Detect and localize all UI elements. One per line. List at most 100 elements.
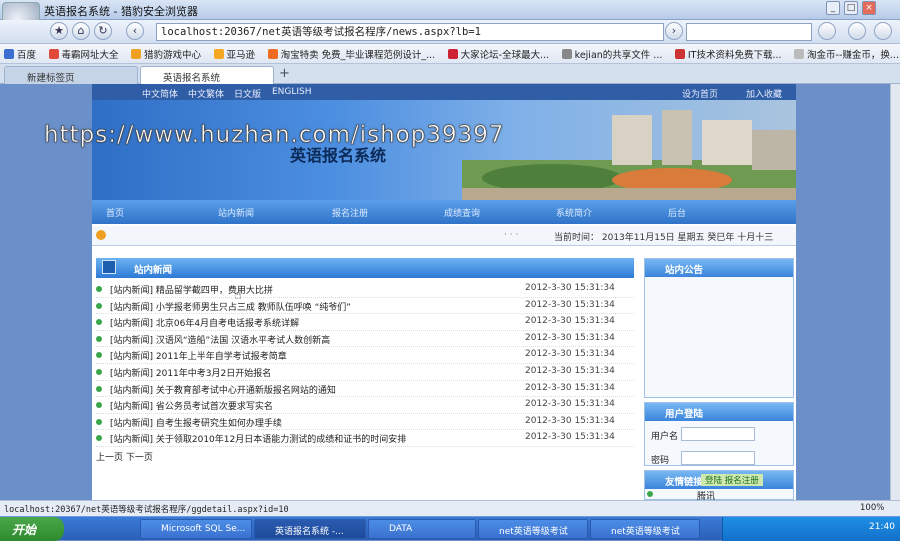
bookmark-item[interactable]: 百度 <box>4 47 36 61</box>
news-row[interactable]: [站内新闻] 省公务员考试首次要求写实名 2012-3-30 15:31:34 <box>96 397 634 414</box>
news-link[interactable]: [站内新闻] 2011年中考3月2日开始报名 <box>110 366 271 379</box>
vertical-scrollbar[interactable] <box>890 84 900 500</box>
news-link[interactable]: [站内新闻] 关于领取2010年12月日本语能力测试的成绩和证书的时间安排 <box>110 432 406 445</box>
city-photo <box>462 110 796 200</box>
pager[interactable]: 上一页 下一页 <box>96 450 153 463</box>
bullet-icon <box>96 302 102 309</box>
tab-new[interactable]: 新建标签页 <box>4 66 138 84</box>
username-field[interactable] <box>681 427 755 441</box>
address-bar[interactable]: localhost:20367/net英语等级考试报名程序/news.aspx?… <box>156 23 664 41</box>
news-link[interactable]: [站内新闻] 自考生报考研究生如何办理手续 <box>110 416 282 429</box>
site-banner: 英语报名系统 <box>92 100 796 200</box>
password-label: 密码 <box>651 456 670 466</box>
menu-item-home[interactable]: 首页 <box>106 206 124 219</box>
refresh-icon[interactable]: ↻ <box>94 22 112 40</box>
tab-active[interactable]: 英语报名系统 <box>140 66 274 84</box>
lang-link[interactable]: 日文版 <box>234 87 261 100</box>
browser-navbar: ★ ⌂ ↻ ‹ localhost:20367/net英语等级考试报名程序/ne… <box>0 20 900 44</box>
taskbar-item[interactable]: DATA <box>368 519 476 539</box>
minimize-button[interactable]: _ <box>826 1 840 15</box>
lang-link[interactable]: 中文繁体 <box>188 87 224 100</box>
news-row[interactable]: [站内新闻] 2011年中考3月2日开始报名 2012-3-30 15:31:34 <box>96 364 634 381</box>
news-row[interactable]: [站内新闻] 关于领取2010年12月日本语能力测试的成绩和证书的时间安排 201… <box>96 430 634 447</box>
taskbar-item[interactable]: 英语报名系统 -... <box>254 519 366 539</box>
news-row[interactable]: [站内新闻] 小学报老师男生只占三成 教师队伍呼唤 “纯爷们” 2012-3-30… <box>96 298 634 315</box>
info-ellipsis: · · · <box>504 230 519 240</box>
search-input[interactable] <box>686 23 812 41</box>
menu-item-admin[interactable]: 后台 <box>668 206 686 219</box>
back-button[interactable]: ‹ <box>126 22 144 40</box>
news-link[interactable]: [站内新闻] 北京06年4月自考电话报考系统详解 <box>110 316 299 329</box>
forward-button[interactable]: › <box>665 22 683 40</box>
username-label: 用户名 <box>651 432 679 442</box>
bullet-icon <box>96 352 102 359</box>
news-link[interactable]: [站内新闻] 2011年上半年自学考试报考简章 <box>110 349 287 362</box>
news-link[interactable]: [站内新闻] 省公务员考试首次要求写实名 <box>110 399 273 412</box>
menu-item-register[interactable]: 报名注册 <box>332 206 368 219</box>
bookmark-label: 淘宝特卖 免费_毕业课程范例设计_... <box>280 50 436 61</box>
news-row[interactable]: [站内新闻] 汉语风“造船”法国 汉语水平考试人数创新高 2012-3-30 15… <box>96 331 634 348</box>
bookmark-item[interactable]: IT技术资料免费下载... <box>674 47 782 61</box>
news-row[interactable]: [站内新闻] 关于教育部考试中心开通新版报名网站的通知 2012-3-30 15:… <box>96 381 634 398</box>
menu-item-about[interactable]: 系统简介 <box>556 206 592 219</box>
bookmark-item[interactable]: 亚马逊 <box>213 47 255 61</box>
friend-link[interactable]: 腾讯 <box>697 489 715 500</box>
bookmark-item[interactable]: 毒霸网址大全 <box>48 47 119 61</box>
bookmark-item[interactable]: 淘金币--赚金币，换... <box>794 47 899 61</box>
watermark-text: https://www.huzhan.com/ishop39397 <box>44 122 505 149</box>
news-date: 2012-3-30 15:31:34 <box>525 382 615 393</box>
links-box: 友情链接 登陆 报名注册 腾讯 <box>644 470 794 500</box>
bookmark-item[interactable]: 猎豹游戏中心 <box>131 47 201 61</box>
close-button[interactable]: × <box>862 1 876 15</box>
tab-label: 英语报名系统 <box>163 73 221 84</box>
news-row[interactable]: [站内新闻] 2011年上半年自学考试报考简章 2012-3-30 15:31:3… <box>96 347 634 364</box>
news-link[interactable]: [站内新闻] 关于教育部考试中心开通新版报名网站的通知 <box>110 383 336 396</box>
current-date: 当前时间： 2013年11月15日 星期五 癸巳年 十月十三 <box>554 233 774 243</box>
zoom-level[interactable]: 100% <box>860 503 884 513</box>
news-row[interactable]: [站内新闻] 北京06年4月自考电话报考系统详解 2012-3-30 15:31:… <box>96 314 634 331</box>
start-button[interactable]: 开始 <box>0 517 64 541</box>
bullet-icon <box>96 335 102 342</box>
menu-icon[interactable] <box>874 22 892 40</box>
bullet-icon <box>96 402 102 409</box>
news-row[interactable]: [站内新闻] 自考生报考研究生如何办理手续 2012-3-30 15:31:34 <box>96 414 634 431</box>
home-icon[interactable]: ⌂ <box>72 22 90 40</box>
favorites-star-icon[interactable]: ★ <box>50 22 68 40</box>
news-link[interactable]: [站内新闻] 精品留学截四甲，费用大比拼 <box>110 283 273 296</box>
news-date: 2012-3-30 15:31:34 <box>525 299 615 310</box>
login-title: 用户登陆 <box>645 403 793 421</box>
new-tab-button[interactable]: + <box>279 66 290 81</box>
news-link[interactable]: [站内新闻] 小学报老师男生只占三成 教师队伍呼唤 “纯爷们” <box>110 300 351 313</box>
lang-link[interactable]: 中文简体 <box>142 87 178 100</box>
bullet-icon <box>96 319 102 326</box>
info-bar: · · · 当前时间： 2013年11月15日 星期五 癸巳年 十月十三 <box>92 226 796 246</box>
bookmark-item[interactable]: 淘宝特卖 免费_毕业课程范例设计_... <box>267 47 436 61</box>
web-page: 中文简体 中文繁体 日文版 ENGLISH 设为首页 加入收藏 英语报名系统 首… <box>0 84 890 500</box>
taskbar: 开始 Microsoft SQL Se... 英语报名系统 -... DATA … <box>0 516 900 541</box>
bookmark-item[interactable]: 大家论坛-全球最大... <box>447 47 549 61</box>
login-buttons[interactable]: 登陆 报名注册 <box>701 474 763 486</box>
taskbar-item[interactable]: net英语等级考试 <box>478 519 588 539</box>
bookmark-label: 毒霸网址大全 <box>61 50 119 61</box>
bookmarks-bar: 百度 毒霸网址大全 猎豹游戏中心 亚马逊 淘宝特卖 免费_毕业课程范例设计_..… <box>0 44 900 64</box>
extension-icon[interactable] <box>818 22 836 40</box>
add-favorite-link[interactable]: 加入收藏 <box>746 87 782 100</box>
menu-item-news[interactable]: 站内新闻 <box>218 206 254 219</box>
taskbar-item[interactable]: net英语等级考试 <box>590 519 700 539</box>
news-date: 2012-3-30 15:31:34 <box>525 283 615 293</box>
password-field[interactable] <box>681 451 755 465</box>
menu-item-scores[interactable]: 成绩查询 <box>444 206 480 219</box>
settings-icon[interactable] <box>848 22 866 40</box>
notice-title: 站内公告 <box>645 259 793 277</box>
set-home-link[interactable]: 设为首页 <box>682 87 718 100</box>
news-link[interactable]: [站内新闻] 汉语风“造船”法国 汉语水平考试人数创新高 <box>110 333 330 346</box>
bookmark-item[interactable]: kejian的共享文件 ... <box>561 47 662 61</box>
taskbar-item[interactable]: Microsoft SQL Se... <box>140 519 252 539</box>
lang-link[interactable]: ENGLISH <box>272 87 312 97</box>
news-header: 站内新闻 <box>96 258 634 278</box>
maximize-button[interactable]: □ <box>844 1 858 15</box>
bullet-icon <box>96 435 102 442</box>
news-row[interactable]: [站内新闻] 精品留学截四甲，费用大比拼 2012-3-30 15:31:34 <box>96 281 634 298</box>
tab-label: 新建标签页 <box>27 73 75 84</box>
main-menu: 首页 站内新闻 报名注册 成绩查询 系统简介 后台 <box>92 200 796 224</box>
